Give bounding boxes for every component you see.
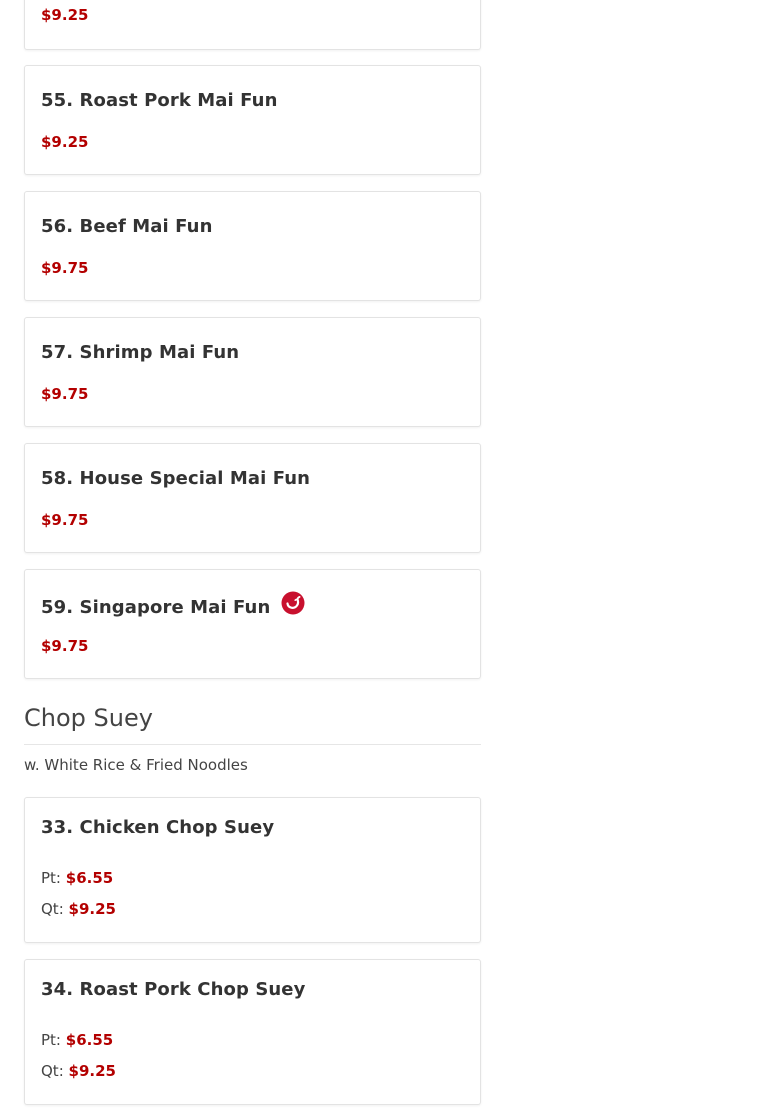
item-name: 34. Roast Pork Chop Suey <box>41 979 306 1000</box>
size-label: Pt: <box>41 1031 61 1049</box>
size-label: Qt: <box>41 1062 64 1080</box>
item-price: $9.75 <box>41 511 89 529</box>
size-price: $9.25 <box>68 1062 116 1080</box>
size-price-row: Pt: $6.55 <box>41 869 113 887</box>
size-price: $6.55 <box>65 869 114 887</box>
size-price: $6.55 <box>65 1031 114 1049</box>
size-price: $9.25 <box>68 900 116 918</box>
item-price: $9.25 <box>41 6 89 24</box>
size-label: Qt: <box>41 900 64 918</box>
menu-item-card[interactable]: $9.25 <box>24 0 481 50</box>
menu-item-card[interactable]: 56. Beef Mai Fun $9.75 <box>24 191 481 301</box>
item-name: 56. Beef Mai Fun <box>41 216 213 237</box>
menu-item-card[interactable]: 59. Singapore Mai Fun $9.75 <box>24 569 481 679</box>
menu-item-card[interactable]: 55. Roast Pork Mai Fun $9.25 <box>24 65 481 175</box>
menu-item-card[interactable]: 34. Roast Pork Chop Suey Pt: $6.55 Qt: $… <box>24 959 481 1105</box>
item-price: $9.25 <box>41 133 89 151</box>
item-name: 58. House Special Mai Fun <box>41 468 311 489</box>
size-price-row: Pt: $6.55 <box>41 1031 113 1049</box>
item-name: 33. Chicken Chop Suey <box>41 817 275 838</box>
menu-item-card[interactable]: 33. Chicken Chop Suey Pt: $6.55 Qt: $9.2… <box>24 797 481 943</box>
item-price: $9.75 <box>41 385 89 403</box>
item-price: $9.75 <box>41 637 89 655</box>
size-price-row: Qt: $9.25 <box>41 1062 116 1080</box>
section-divider <box>24 744 481 745</box>
section-title: Chop Suey <box>24 704 153 732</box>
item-price: $9.75 <box>41 259 89 277</box>
item-name: 57. Shrimp Mai Fun <box>41 342 240 363</box>
item-name: 55. Roast Pork Mai Fun <box>41 90 278 111</box>
hot-pepper-icon <box>281 591 305 615</box>
menu-item-card[interactable]: 58. House Special Mai Fun $9.75 <box>24 443 481 553</box>
item-name-row: 59. Singapore Mai Fun <box>41 591 305 618</box>
section-description: w. White Rice & Fried Noodles <box>24 756 248 774</box>
size-price-row: Qt: $9.25 <box>41 900 116 918</box>
size-label: Pt: <box>41 869 61 887</box>
item-name: 59. Singapore Mai Fun <box>41 597 271 618</box>
menu-item-card[interactable]: 57. Shrimp Mai Fun $9.75 <box>24 317 481 427</box>
